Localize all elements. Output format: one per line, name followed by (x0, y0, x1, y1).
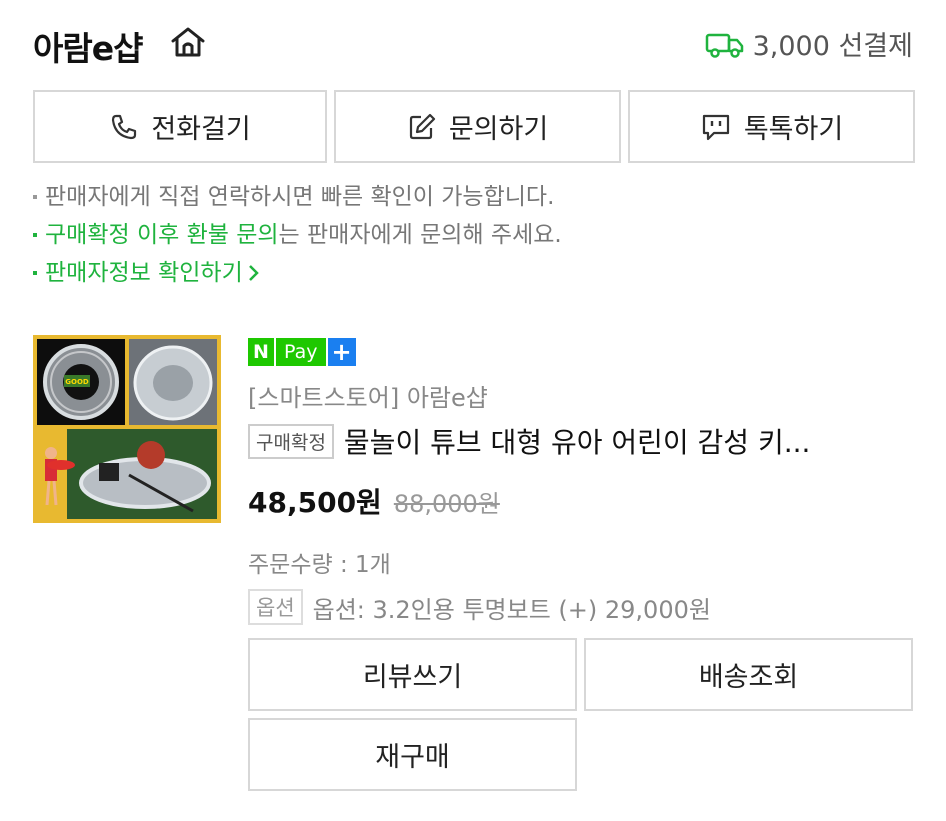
order-quantity: 주문수량 : 1개 (248, 552, 391, 578)
product-thumbnail[interactable]: GOOD (33, 335, 221, 523)
note-seller-info[interactable]: 판매자정보 확인하기 (33, 254, 562, 292)
inquire-label: 문의하기 (448, 114, 549, 145)
option-row: 옵션 옵션: 3.2인용 투명보트 (+) 29,000원 (248, 589, 913, 625)
bullet (33, 271, 37, 275)
shipping-info: 3,000 선결제 (705, 24, 913, 63)
truck-icon (705, 33, 743, 58)
npay-logo-pay: Pay (276, 338, 326, 366)
npay-plus-badge: N Pay + (248, 336, 913, 368)
contact-buttons: 전화걸기 문의하기 톡톡하기 (33, 90, 915, 163)
bullet (33, 195, 37, 199)
title-row: 구매확정 물놀이 튜브 대형 유아 어린이 감성 키... (248, 421, 913, 461)
talk-button[interactable]: 톡톡하기 (628, 90, 915, 163)
seller-info-link[interactable]: 판매자정보 확인하기 (45, 254, 243, 292)
seller-notes: 판매자에게 직접 연락하시면 빠른 확인이 가능합니다. 구매확정 이후 환불 … (33, 178, 562, 292)
chat-icon (702, 114, 729, 140)
note-line2-rest: 는 판매자에게 문의해 주세요. (278, 222, 562, 248)
npay-logo-n: N (248, 338, 274, 366)
chevron-right-icon (248, 265, 259, 281)
thumb-badge-text: GOOD (65, 378, 89, 386)
shipping-text: 3,000 선결제 (752, 31, 913, 62)
store-label: [스마트스토어] 아람e샵 (248, 384, 488, 412)
phone-icon (112, 114, 137, 139)
edit-icon (409, 113, 435, 139)
store-name[interactable]: 아람e샵 (33, 22, 143, 70)
rebuy-button[interactable]: 재구매 (248, 718, 577, 791)
note-refund: 구매확정 이후 환불 문의 는 판매자에게 문의해 주세요. (33, 216, 562, 254)
bullet (33, 233, 37, 237)
call-label: 전화걸기 (151, 114, 251, 145)
track-delivery-button[interactable]: 배송조회 (584, 638, 913, 711)
original-price: 88,000원 (393, 490, 500, 518)
note-contact: 판매자에게 직접 연락하시면 빠른 확인이 가능합니다. (33, 178, 562, 216)
option-badge: 옵션 (248, 589, 303, 625)
note-line1: 판매자에게 직접 연락하시면 빠른 확인이 가능합니다. (45, 184, 555, 210)
price-row: 48,500원 88,000원 (248, 481, 913, 521)
npay-plus-icon: + (327, 338, 356, 366)
write-review-button[interactable]: 리뷰쓰기 (248, 638, 577, 711)
option-text: 옵션: 3.2인용 투명보트 (+) 29,000원 (312, 595, 711, 624)
call-button[interactable]: 전화걸기 (33, 90, 327, 163)
refund-highlight: 구매확정 이후 환불 문의 (45, 222, 279, 248)
product-info: N Pay + [스마트스토어] 아람e샵 구매확정 물놀이 튜브 대형 유아 … (248, 336, 913, 625)
store-header: 아람e샵 3,000 선결제 (33, 18, 913, 68)
inquire-button[interactable]: 문의하기 (334, 90, 621, 163)
home-icon[interactable] (169, 24, 207, 60)
product-title[interactable]: 물놀이 튜브 대형 유아 어린이 감성 키... (344, 421, 811, 461)
purchase-confirmed-badge: 구매확정 (248, 423, 334, 459)
sale-price: 48,500원 (248, 486, 382, 519)
talk-label: 톡톡하기 (743, 114, 844, 145)
